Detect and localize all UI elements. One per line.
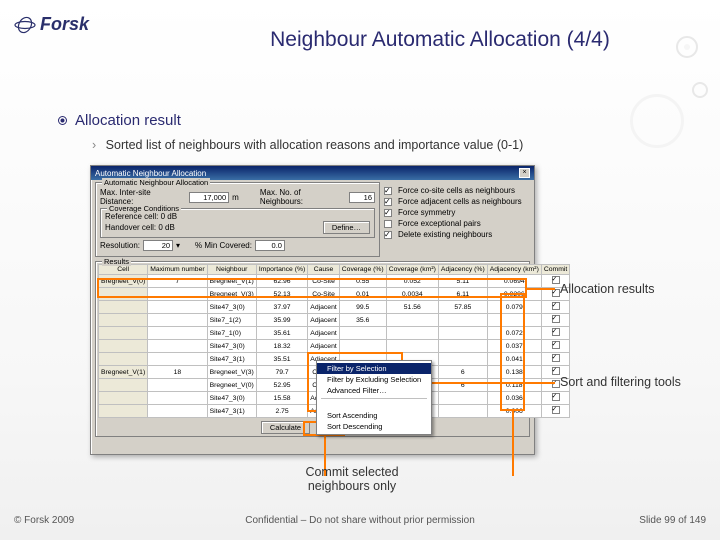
col-header[interactable]: Commit bbox=[541, 265, 569, 275]
commit-checkbox[interactable] bbox=[552, 354, 560, 362]
chk-force-symmetry[interactable] bbox=[384, 209, 392, 217]
menu-item[interactable]: Sort Descending bbox=[317, 421, 431, 432]
commit-checkbox[interactable] bbox=[552, 315, 560, 323]
max-nb-input[interactable]: 16 bbox=[349, 192, 375, 203]
logo-icon bbox=[14, 16, 36, 34]
calculate-button[interactable]: Calculate bbox=[261, 421, 310, 434]
col-header[interactable]: Neighbour bbox=[207, 265, 256, 275]
commit-checkbox[interactable] bbox=[552, 367, 560, 375]
dialog-window: Automatic Neighbour Allocation × Automat… bbox=[90, 165, 535, 455]
close-icon[interactable]: × bbox=[519, 168, 530, 178]
min-cov-label: % Min Covered: bbox=[195, 241, 252, 250]
commit-checkbox[interactable] bbox=[552, 276, 560, 284]
table-row[interactable]: Site7_1(0)35.61Adjacent0.072 bbox=[99, 327, 570, 340]
commit-checkbox[interactable] bbox=[552, 380, 560, 388]
resolution-label: Resolution: bbox=[100, 241, 140, 250]
col-header[interactable]: Adjacency (km²) bbox=[487, 265, 541, 275]
commit-checkbox[interactable] bbox=[552, 393, 560, 401]
commit-checkbox[interactable] bbox=[552, 341, 560, 349]
table-row[interactable]: Site47_3(0)18.32Adjacent0.037 bbox=[99, 340, 570, 353]
chk-force-adjacent[interactable] bbox=[384, 198, 392, 206]
annot-commit: Commit selected neighbours only bbox=[292, 465, 412, 493]
commit-checkbox[interactable] bbox=[552, 289, 560, 297]
max-dist-input[interactable]: 17,000 bbox=[189, 192, 229, 203]
table-row[interactable]: Bregneet_V(3)52.13Co-Site0.010.00346.110… bbox=[99, 288, 570, 301]
cov-line2: Handover cell: 0 dB bbox=[105, 223, 175, 232]
logo-text: Forsk bbox=[40, 14, 89, 35]
commit-checkbox[interactable] bbox=[552, 328, 560, 336]
menu-item[interactable]: Filter by Excluding Selection bbox=[317, 374, 431, 385]
footer-slide-number: Slide 99 of 149 bbox=[639, 515, 706, 526]
commit-checkbox[interactable] bbox=[552, 302, 560, 310]
bullet-sorted-list: Sorted list of neighbours with allocatio… bbox=[92, 138, 523, 152]
annot-sort: Sort and filtering tools bbox=[560, 375, 681, 389]
chk-delete-existing[interactable] bbox=[384, 231, 392, 239]
context-menu[interactable]: Filter by SelectionFilter by Excluding S… bbox=[316, 360, 432, 435]
menu-item[interactable]: Advanced Filter… bbox=[317, 385, 431, 396]
logo: Forsk bbox=[14, 14, 89, 35]
resolution-input[interactable]: 20 bbox=[143, 240, 173, 251]
table-row[interactable]: Site7_1(2)35.99Adjacent35.6 bbox=[99, 314, 570, 327]
window-title: Automatic Neighbour Allocation bbox=[95, 169, 206, 178]
min-cov-input[interactable]: 0.0 bbox=[255, 240, 285, 251]
decor-ring bbox=[630, 94, 684, 148]
col-header[interactable]: Maximum number bbox=[148, 265, 207, 275]
table-row[interactable]: Site47_3(0)37.97Adjacent99.551.5657.850.… bbox=[99, 301, 570, 314]
commit-checkbox[interactable] bbox=[552, 406, 560, 414]
col-header[interactable]: Adjacency (%) bbox=[438, 265, 487, 275]
chk-exceptional[interactable] bbox=[384, 220, 392, 228]
decor-ring bbox=[692, 82, 708, 98]
page-title: Neighbour Automatic Allocation (4/4) bbox=[180, 28, 700, 52]
menu-item bbox=[321, 398, 427, 408]
menu-item[interactable]: Filter by Selection bbox=[317, 363, 431, 374]
col-header[interactable]: Coverage (km²) bbox=[386, 265, 438, 275]
col-header[interactable]: Cause bbox=[308, 265, 339, 275]
group-coverage: Coverage Conditions Reference cell: 0 dB… bbox=[100, 208, 375, 238]
footer-confidential: Confidential – Do not share without prio… bbox=[0, 515, 720, 526]
col-header[interactable]: Cell bbox=[99, 265, 148, 275]
chk-force-cosite[interactable] bbox=[384, 187, 392, 195]
table-row[interactable]: Bregneet_V(0)7Bregneet_V(1)62.96Co-Site0… bbox=[99, 275, 570, 288]
group-results: Results CellMaximum numberNeighbourImpor… bbox=[95, 261, 530, 437]
define-button[interactable]: Define… bbox=[323, 221, 370, 234]
group-allocation: Automatic Neighbour Allocation Max. Inte… bbox=[95, 182, 380, 257]
menu-item[interactable]: Sort Ascending bbox=[317, 410, 431, 421]
col-header[interactable]: Coverage (%) bbox=[339, 265, 386, 275]
col-header[interactable]: Importance (%) bbox=[256, 265, 307, 275]
cov-line1: Reference cell: 0 dB bbox=[105, 212, 370, 221]
max-nb-label: Max. No. of Neighbours: bbox=[260, 188, 346, 206]
bullet-allocation-result: Allocation result bbox=[58, 112, 181, 129]
annot-results: Allocation results bbox=[560, 282, 655, 296]
